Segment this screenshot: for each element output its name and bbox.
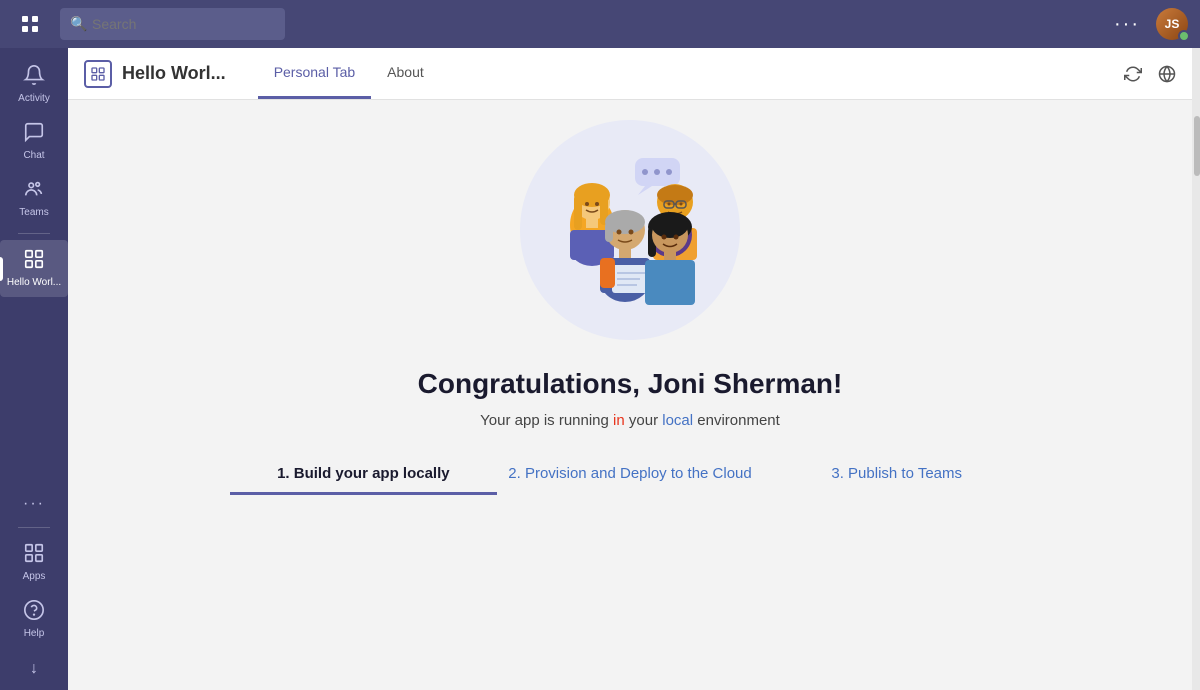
sidebar-item-help[interactable]: Help [0,591,68,648]
globe-button[interactable] [1158,65,1176,83]
step-2-label: 2. Provision and Deploy to the Cloud [508,465,752,492]
sidebar-divider-2 [18,527,50,528]
sidebar-item-teams[interactable]: Teams [0,170,68,227]
congrats-heading: Congratulations, Joni Sherman! [418,368,843,400]
sidebar-item-teams-label: Teams [19,207,48,219]
avatar-initials: JS [1165,17,1180,31]
sidebar: Activity Chat Teams [0,48,68,690]
refresh-button[interactable] [1124,65,1142,83]
sidebar-item-hello-world[interactable]: Hello Worl... [0,240,68,297]
sidebar-item-activity[interactable]: Activity [0,56,68,113]
main-content: Congratulations, Joni Sherman! Your app … [68,100,1192,690]
search-input[interactable] [60,8,285,40]
main-layout: Activity Chat Teams [0,48,1200,690]
steps-row: 1. Build your app locally 2. Provision a… [230,465,1030,505]
content-area: Hello Worl... Personal Tab About [68,48,1192,690]
scrollbar-thumb[interactable] [1194,116,1200,176]
tab-about[interactable]: About [371,48,440,99]
app-icon-box [84,60,112,88]
step-2[interactable]: 2. Provision and Deploy to the Cloud [497,465,764,505]
app-title: Hello Worl... [122,63,226,84]
step-3[interactable]: 3. Publish to Teams [763,465,1030,505]
help-icon [23,599,45,625]
step-2-underline [497,492,764,495]
sidebar-item-chat-label: Chat [23,150,44,162]
search-wrapper: 🔍 [60,8,820,40]
app-header-right [1124,65,1176,83]
sidebar-item-chat[interactable]: Chat [0,113,68,170]
illustration [520,120,740,340]
step-3-label: 3. Publish to Teams [831,465,962,492]
sidebar-item-activity-label: Activity [18,93,50,105]
congrats-subtext: Your app is running in your local enviro… [480,412,780,429]
app-tabs: Personal Tab About [258,48,440,99]
sidebar-item-help-label: Help [24,628,45,640]
sidebar-more-button[interactable]: ··· [23,487,45,521]
grid-icon[interactable] [12,14,48,34]
sidebar-item-hello-world-label: Hello Worl... [7,277,61,289]
chat-icon [23,121,45,147]
tab-personal-tab[interactable]: Personal Tab [258,48,371,99]
activity-icon [23,64,45,90]
presence-badge [1178,30,1190,42]
scrollbar-track[interactable] [1192,48,1200,690]
step-1[interactable]: 1. Build your app locally [230,465,497,505]
sidebar-bottom-arrow[interactable]: ↓ [0,656,68,682]
more-options-button[interactable]: ··· [1114,13,1140,36]
sidebar-divider [18,233,50,234]
topbar-right: ··· JS [1114,8,1188,40]
step-1-label: 1. Build your app locally [277,465,450,492]
teams-icon [23,178,45,204]
bottom-arrow-icon: ↓ [30,660,38,678]
avatar[interactable]: JS [1156,8,1188,40]
sidebar-item-apps-label: Apps [23,571,46,583]
apps-icon [23,542,45,568]
step-1-underline [230,492,497,495]
hello-world-icon [23,248,45,274]
step-3-underline [763,492,1030,495]
sidebar-item-apps[interactable]: Apps [0,534,68,591]
topbar: 🔍 ··· JS [0,0,1200,48]
app-header: Hello Worl... Personal Tab About [68,48,1192,100]
